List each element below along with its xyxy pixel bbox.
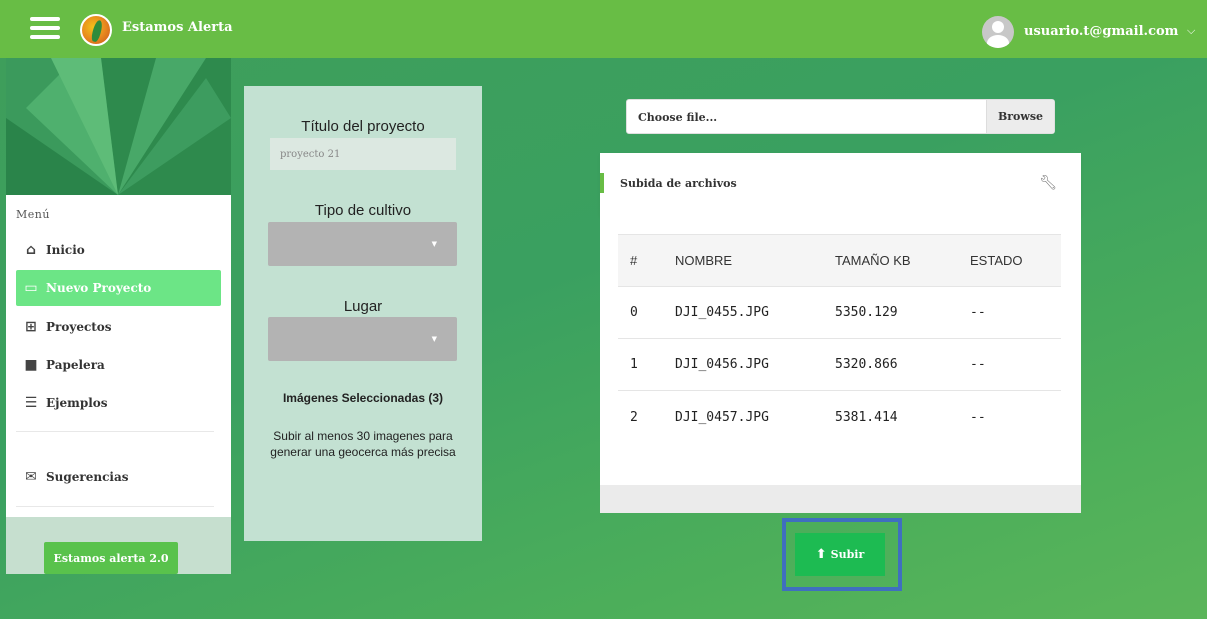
card-title: Subida de archivos [620,177,737,190]
file-size: 5381.414 [835,409,898,425]
sidebar-item-ejemplos[interactable]: ☰ Ejemplos [16,385,221,421]
table-header: # NOMBRE TAMAÑO KB ESTADO [618,234,1061,287]
upload-button[interactable]: ⬆ Subir [795,533,885,576]
file-name: DJI_0457.JPG [675,409,769,425]
sidebar-item-label: Inicio [46,243,85,257]
new-project-icon: ▭ [24,280,38,296]
column-header: TAMAÑO KB [835,253,911,268]
top-bar: Estamos Alerta usuario.t@gmail.com ⌵ [0,0,1207,58]
sidebar-item-label: Nuevo Proyecto [46,281,152,295]
file-status: -- [970,357,986,372]
card-header: Subida de archivos 🔧︎ [600,153,1081,215]
sidebar-footer: Estamos alerta 2.0 [6,517,231,574]
row-index: 2 [630,409,638,425]
card-accent-bar [600,173,604,193]
grid-icon: ⊞ [25,319,37,335]
file-input[interactable]: Choose file... Browse [626,99,1055,134]
user-email[interactable]: usuario.t@gmail.com [1024,24,1178,39]
divider [16,506,214,507]
file-size: 5350.129 [835,305,898,320]
sidebar-item-papelera[interactable]: ■ Papelera [16,347,221,383]
table-row: 1 DJI_0456.JPG 5320.866 -- [618,339,1061,391]
file-name: DJI_0455.JPG [675,305,769,320]
table-row: 0 DJI_0455.JPG 5350.129 -- [618,287,1061,339]
row-index: 1 [630,357,638,372]
user-avatar-icon[interactable] [982,16,1014,48]
files-table: # NOMBRE TAMAÑO KB ESTADO 0 DJI_0455.JPG… [618,234,1061,443]
row-index: 0 [630,305,638,320]
project-form-panel: Título del proyecto Tipo de cultivo ▼ Lu… [244,86,482,541]
envelope-icon: ✉ [25,469,37,485]
caret-down-icon: ▼ [431,335,437,343]
divider [16,431,214,432]
sidebar-item-inicio[interactable]: ⌂ Inicio [16,232,221,268]
selected-images-count: Imágenes Seleccionadas (3) [282,391,444,405]
brand-name[interactable]: Estamos Alerta [122,20,233,35]
file-status: -- [970,409,986,425]
caret-down-icon: ▼ [431,240,437,248]
file-input-placeholder[interactable]: Choose file... [638,111,717,124]
sidebar-item-label: Papelera [46,358,105,372]
chevron-down-icon[interactable]: ⌵ [1187,24,1195,38]
sidebar-item-label: Sugerencias [46,470,129,484]
project-title-input[interactable] [270,138,456,170]
column-header: # [630,253,638,268]
app-logo[interactable] [80,14,112,46]
project-title-label: Título del proyecto [301,118,425,135]
column-header: ESTADO [970,253,1023,268]
sidebar-item-proyectos[interactable]: ⊞ Proyectos [16,309,221,345]
sidebar-banner [6,58,231,195]
place-label: Lugar [343,298,383,315]
menu-heading: Menú [16,208,50,221]
file-size: 5320.866 [835,357,898,372]
file-status: -- [970,305,986,320]
upload-icon: ⬆ [815,547,827,562]
card-footer [600,485,1081,513]
sidebar-item-label: Ejemplos [46,396,108,410]
list-icon: ☰ [24,395,38,411]
estamos-alerta-2-button[interactable]: Estamos alerta 2.0 [44,542,178,574]
sidebar-item-nuevo-proyecto[interactable]: ▭ Nuevo Proyecto [16,270,221,306]
upload-card: Subida de archivos 🔧︎ # NOMBRE TAMAÑO KB… [600,153,1081,513]
sidebar-item-label: Proyectos [46,320,112,334]
home-icon: ⌂ [25,242,37,258]
card-body: # NOMBRE TAMAÑO KB ESTADO 0 DJI_0455.JPG… [600,215,1081,485]
browse-button[interactable]: Browse [986,100,1054,133]
upload-button-label: Subir [830,548,865,561]
crop-type-label: Tipo de cultivo [314,202,412,219]
upload-hint: Subir al menos 30 imagenes para generar … [270,429,456,459]
trash-grid-icon: ■ [24,357,38,373]
table-row: 2 DJI_0457.JPG 5381.414 -- [618,391,1061,443]
hamburger-menu-icon[interactable] [30,17,60,39]
crop-type-select[interactable]: ▼ [268,222,457,266]
file-name: DJI_0456.JPG [675,357,769,372]
wrench-icon[interactable]: 🔧︎ [1039,175,1057,191]
sidebar-menu: Menú ⌂ Inicio ▭ Nuevo Proyecto ⊞ Proyect… [6,195,231,517]
place-select[interactable]: ▼ [268,317,457,361]
column-header: NOMBRE [675,253,733,268]
sidebar-item-sugerencias[interactable]: ✉ Sugerencias [16,459,221,495]
